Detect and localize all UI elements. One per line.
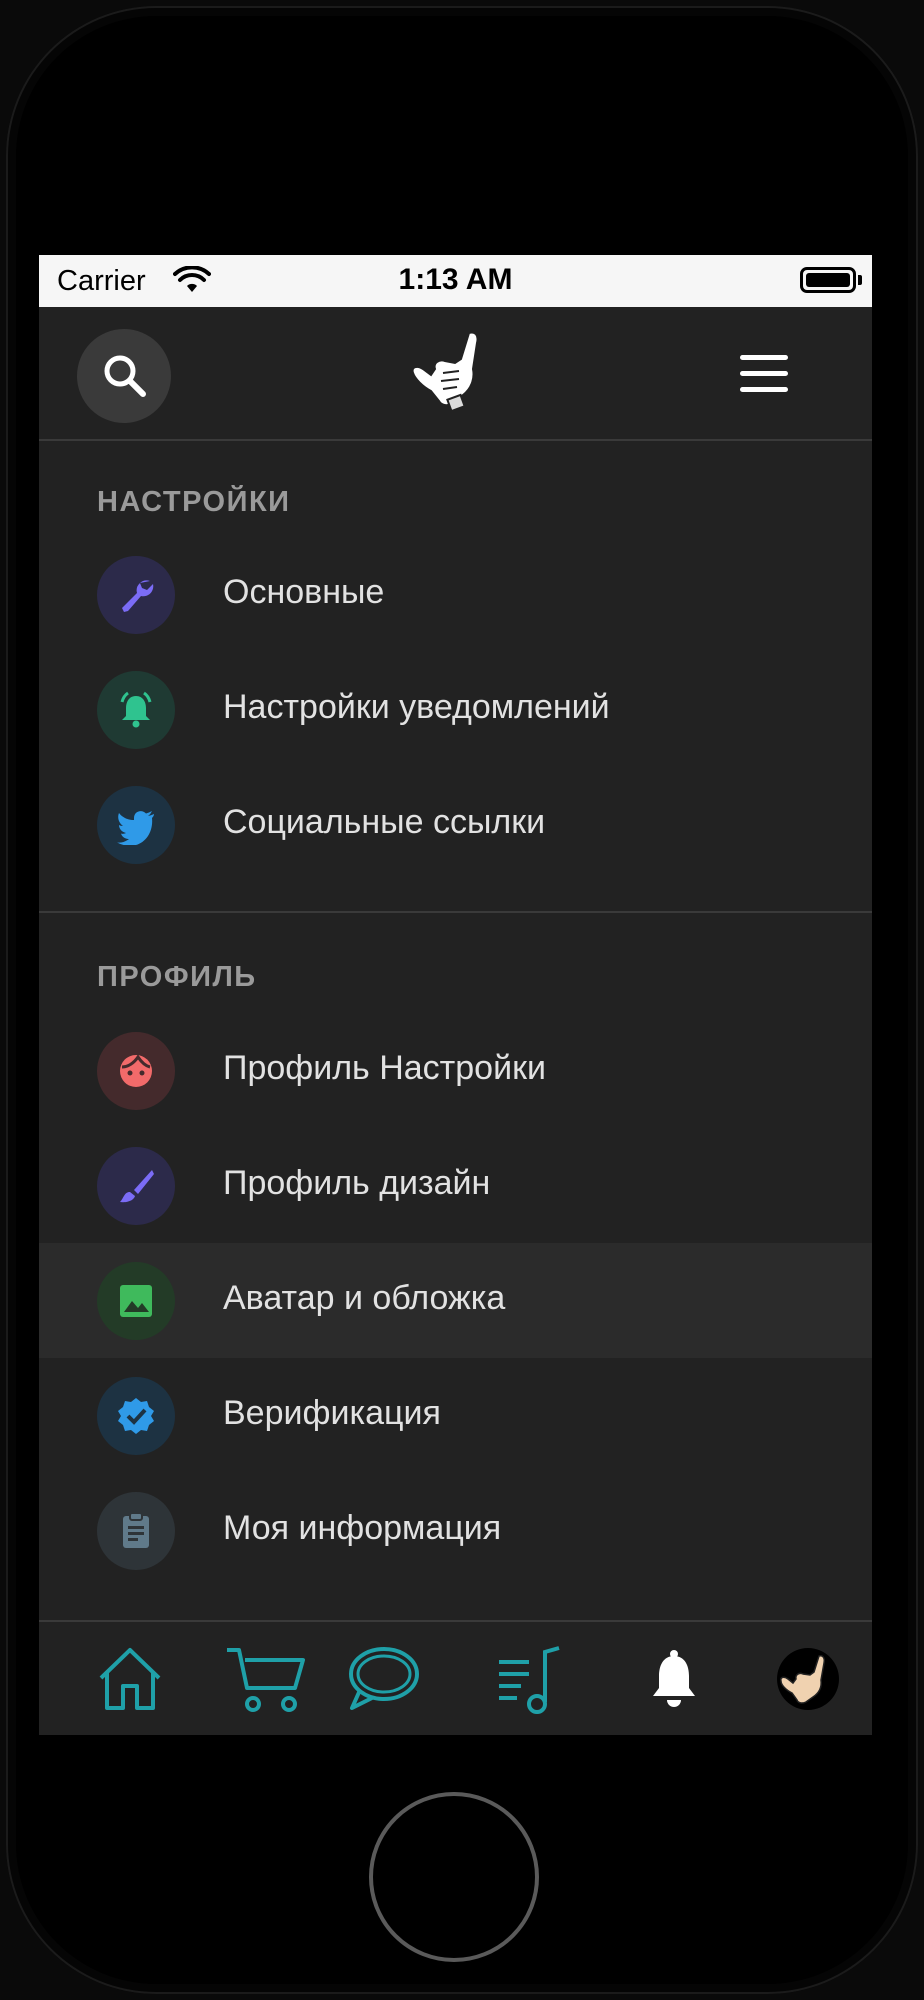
image-icon — [120, 1285, 152, 1317]
menu-item-label: Верификация — [223, 1394, 441, 1432]
menu-item-label: Профиль дизайн — [223, 1164, 491, 1202]
home-icon[interactable] — [95, 1644, 165, 1714]
battery-icon — [800, 267, 856, 293]
bell-ringing-icon — [120, 691, 152, 728]
profile-design-icon-circle — [97, 1147, 175, 1225]
menu-item-general[interactable]: Основные — [39, 537, 872, 652]
status-bar: Carrier 1:13 AM — [39, 255, 872, 307]
my-info-icon-circle — [97, 1492, 175, 1570]
settings-section: НАСТРОЙКИ Основные Настройки уведомлений… — [39, 441, 872, 864]
face-icon — [120, 1054, 152, 1087]
notifications-icon-circle — [97, 671, 175, 749]
brush-icon — [120, 1170, 154, 1203]
hamburger-menu-icon — [740, 355, 788, 360]
twitter-icon — [117, 811, 154, 845]
menu-item-label: Моя информация — [223, 1509, 502, 1547]
menu-item-label: Аватар и обложка — [223, 1279, 506, 1317]
verified-badge-icon — [118, 1398, 154, 1434]
phone-frame: Carrier 1:13 AM НАСТРОЙКИ Основные Настр… — [0, 0, 924, 2000]
shaka-hand-logo[interactable] — [409, 329, 493, 413]
menu-item-label: Основные — [223, 573, 385, 611]
menu-item-profile-design[interactable]: Профиль дизайн — [39, 1128, 872, 1243]
avatar-icon[interactable] — [775, 1644, 841, 1714]
clipboard-icon — [123, 1512, 149, 1548]
wrench-icon — [122, 580, 154, 612]
clock: 1:13 AM — [398, 263, 513, 296]
hamburger-line — [740, 387, 788, 392]
menu-item-avatar-cover[interactable]: Аватар и обложка — [39, 1243, 872, 1358]
bottom-tab-bar — [39, 1620, 872, 1735]
avatar-cover-icon-circle — [97, 1262, 175, 1340]
chat-bubble-icon[interactable] — [344, 1644, 420, 1714]
hamburger-line — [740, 371, 788, 376]
section-title: НАСТРОЙКИ — [97, 486, 291, 518]
bell-icon[interactable] — [649, 1644, 699, 1714]
menu-item-profile-settings[interactable]: Профиль Настройки — [39, 1013, 872, 1128]
verification-icon-circle — [97, 1377, 175, 1455]
social-icon-circle — [97, 786, 175, 864]
app-screen: Carrier 1:13 AM НАСТРОЙКИ Основные Настр… — [39, 255, 872, 1735]
profile-section: ПРОФИЛЬ Профиль Настройки Профиль дизайн… — [39, 913, 872, 1613]
section-title: ПРОФИЛЬ — [97, 961, 257, 993]
menu-item-social-links[interactable]: Социальные ссылки — [39, 767, 872, 882]
app-header — [39, 307, 872, 441]
home-button[interactable] — [369, 1792, 539, 1962]
search-icon — [104, 355, 146, 397]
menu-item-my-info[interactable]: Моя информация — [39, 1473, 872, 1588]
menu-item-verification[interactable]: Верификация — [39, 1358, 872, 1473]
profile-settings-icon-circle — [97, 1032, 175, 1110]
playlist-icon[interactable] — [495, 1644, 563, 1714]
menu-item-label: Настройки уведомлений — [223, 688, 610, 726]
search-button[interactable] — [77, 329, 171, 423]
menu-item-notifications[interactable]: Настройки уведомлений — [39, 652, 872, 767]
cart-icon[interactable] — [225, 1644, 307, 1714]
battery-tip — [858, 275, 862, 285]
menu-item-label: Профиль Настройки — [223, 1049, 546, 1087]
menu-button[interactable] — [740, 355, 788, 395]
menu-item-label: Социальные ссылки — [223, 803, 546, 841]
general-icon-circle — [97, 556, 175, 634]
